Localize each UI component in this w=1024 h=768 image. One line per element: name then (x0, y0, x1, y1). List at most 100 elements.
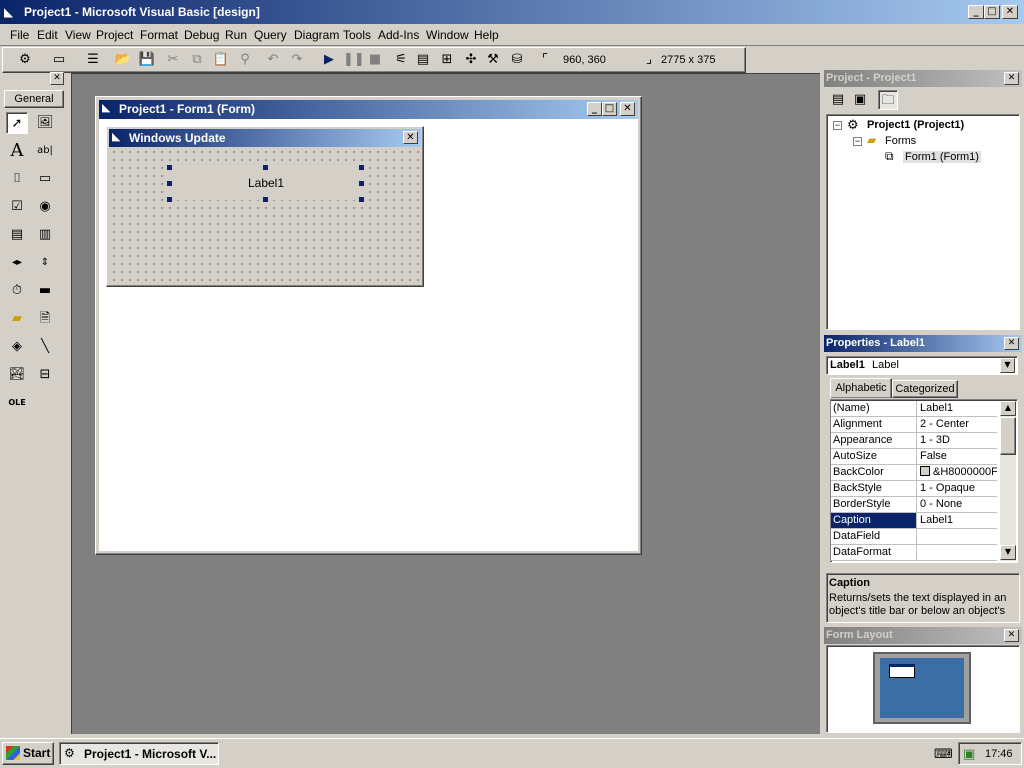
close-button[interactable]: ✕ (1002, 5, 1018, 19)
timer-tool-icon[interactable]: ⏱ (6, 280, 28, 302)
add-project-icon[interactable]: ⚙ (15, 50, 35, 70)
menu-project[interactable]: Project (96, 27, 133, 43)
form-window-close-button[interactable]: ✕ (620, 102, 635, 116)
property-row[interactable]: AutoSize False (831, 449, 997, 465)
menu-view[interactable]: View (65, 27, 91, 43)
property-row[interactable]: DataFormat (831, 545, 997, 561)
resize-handle-w[interactable] (167, 181, 172, 186)
start-button[interactable]: Start (2, 742, 54, 765)
add-form-icon[interactable]: ▭ (49, 50, 69, 70)
form-layout-close-button[interactable]: ✕ (1004, 629, 1019, 642)
menu-help[interactable]: Help (474, 27, 499, 43)
form-window-minimize-button[interactable]: _ (587, 102, 602, 116)
properties-window-icon[interactable]: ▤ (413, 50, 433, 70)
project-explorer-icon[interactable]: ⚟ (391, 50, 411, 70)
property-value[interactable]: 1 - Opaque (918, 481, 997, 496)
object-selector-dropdown[interactable]: Label1 Label ▼ (826, 356, 1018, 375)
form-layout-icon[interactable]: ⊞ (437, 50, 457, 70)
checkbox-tool-icon[interactable]: ☑ (6, 196, 28, 218)
menu-format[interactable]: Format (140, 27, 178, 43)
minimize-button[interactable]: _ (968, 5, 984, 19)
menu-addins[interactable]: Add-Ins (378, 27, 419, 43)
menu-query[interactable]: Query (254, 27, 287, 43)
menu-debug[interactable]: Debug (184, 27, 219, 43)
redo-icon[interactable]: ↷ (287, 50, 307, 70)
view-code-icon[interactable]: ▤ (828, 90, 848, 110)
resize-handle-ne[interactable] (359, 165, 364, 170)
design-form-close-button[interactable]: ✕ (403, 131, 418, 144)
tab-categorized[interactable]: Categorized (892, 380, 958, 398)
picturebox-tool-icon[interactable]: 🖼 (34, 112, 56, 134)
property-row[interactable]: BackStyle 1 - Opaque (831, 481, 997, 497)
property-value[interactable]: 2 - Center (918, 417, 997, 432)
menu-window[interactable]: Window (426, 27, 469, 43)
view-object-icon[interactable]: ▣ (850, 90, 870, 110)
properties-close-button[interactable]: ✕ (1004, 337, 1019, 350)
scroll-down-arrow-icon[interactable]: ▼ (1000, 545, 1016, 560)
save-icon[interactable]: 💾 (137, 50, 157, 70)
property-value[interactable]: 0 - None (918, 497, 997, 512)
menu-diagram[interactable]: Diagram (294, 27, 339, 43)
object-browser-icon[interactable]: ✣ (461, 50, 481, 70)
project-explorer-close-button[interactable]: ✕ (1004, 72, 1019, 85)
line-tool-icon[interactable]: ╲ (34, 336, 56, 358)
resize-handle-nw[interactable] (167, 165, 172, 170)
form-layout-titlebar[interactable]: Form Layout ✕ (824, 627, 1022, 644)
undo-icon[interactable]: ↶ (263, 50, 283, 70)
stop-icon[interactable]: ■ (365, 50, 385, 70)
paste-icon[interactable]: 📋 (211, 50, 231, 70)
pause-icon[interactable]: ❚❚ (343, 50, 365, 70)
property-row[interactable]: BorderStyle 0 - None (831, 497, 997, 513)
tree-project-root[interactable]: Project1 (Project1) (867, 119, 964, 131)
combobox-tool-icon[interactable]: ▤ (6, 224, 28, 246)
tab-alphabetic[interactable]: Alphabetic (830, 378, 892, 398)
drivelistbox-tool-icon[interactable]: ▬ (34, 280, 56, 302)
property-row[interactable]: Caption Label1 (831, 513, 997, 529)
vscrollbar-tool-icon[interactable]: ⇕ (34, 252, 56, 274)
properties-titlebar[interactable]: Properties - Label1 ✕ (824, 335, 1022, 352)
property-row[interactable]: Alignment 2 - Center (831, 417, 997, 433)
image-tool-icon[interactable]: 🏞 (6, 364, 28, 386)
dirlistbox-tool-icon[interactable]: ▰ (6, 308, 28, 330)
property-value[interactable] (918, 545, 997, 560)
property-value[interactable]: &H8000000F (918, 465, 997, 480)
scroll-up-arrow-icon[interactable]: ▲ (1000, 401, 1016, 416)
frame-tool-icon[interactable]: ⌷ (6, 168, 28, 190)
form-window-titlebar[interactable]: ◣ Project1 - Form1 (Form) _ □ ✕ (99, 100, 638, 119)
app-titlebar[interactable]: ◣ Project1 - Microsoft Visual Basic [des… (0, 0, 1024, 24)
network-tray-icon[interactable]: ▣ (963, 746, 975, 762)
property-value[interactable]: False (918, 449, 997, 464)
data-view-icon[interactable]: ⛁ (507, 50, 527, 70)
run-icon[interactable]: ▶ (319, 50, 339, 70)
form-position-preview[interactable] (889, 664, 915, 678)
toggle-folders-icon[interactable]: 🗀 (878, 90, 898, 110)
menu-tools[interactable]: Tools (343, 27, 371, 43)
label-tool-icon[interactable]: A (6, 140, 28, 162)
project-explorer-titlebar[interactable]: Project - Project1 ✕ (824, 70, 1022, 87)
optionbutton-tool-icon[interactable]: ◉ (34, 196, 56, 218)
scroll-thumb[interactable] (1000, 417, 1016, 455)
property-value[interactable]: Label1 (918, 401, 997, 416)
taskbar-task-vb[interactable]: ⚙ Project1 - Microsoft V... (59, 742, 219, 765)
property-row[interactable]: BackColor &H8000000F (831, 465, 997, 481)
label1-control[interactable]: Label1 (169, 167, 363, 200)
resize-handle-s[interactable] (263, 197, 268, 202)
property-row[interactable]: DataField (831, 529, 997, 545)
property-row[interactable]: (Name) Label1 (831, 401, 997, 417)
menu-run[interactable]: Run (225, 27, 247, 43)
resize-handle-n[interactable] (263, 165, 268, 170)
resize-handle-e[interactable] (359, 181, 364, 186)
property-value[interactable] (918, 529, 997, 544)
menu-edit[interactable]: Edit (37, 27, 58, 43)
design-form[interactable]: ◣ Windows Update ✕ Label1 (106, 126, 424, 287)
property-row[interactable]: Appearance 1 - 3D (831, 433, 997, 449)
textbox-tool-icon[interactable]: ab| (34, 140, 56, 162)
form-window-maximize-button[interactable]: □ (602, 102, 617, 116)
menu-editor-icon[interactable]: ☰ (83, 50, 103, 70)
copy-icon[interactable]: ⧉ (187, 50, 207, 70)
toolbox-tab-general[interactable]: General (4, 90, 64, 108)
design-form-titlebar[interactable]: ◣ Windows Update ✕ (109, 129, 421, 147)
find-icon[interactable]: ⚲ (235, 50, 255, 70)
property-grid-scrollbar[interactable]: ▲ ▼ (1000, 401, 1016, 561)
listbox-tool-icon[interactable]: ▥ (34, 224, 56, 246)
